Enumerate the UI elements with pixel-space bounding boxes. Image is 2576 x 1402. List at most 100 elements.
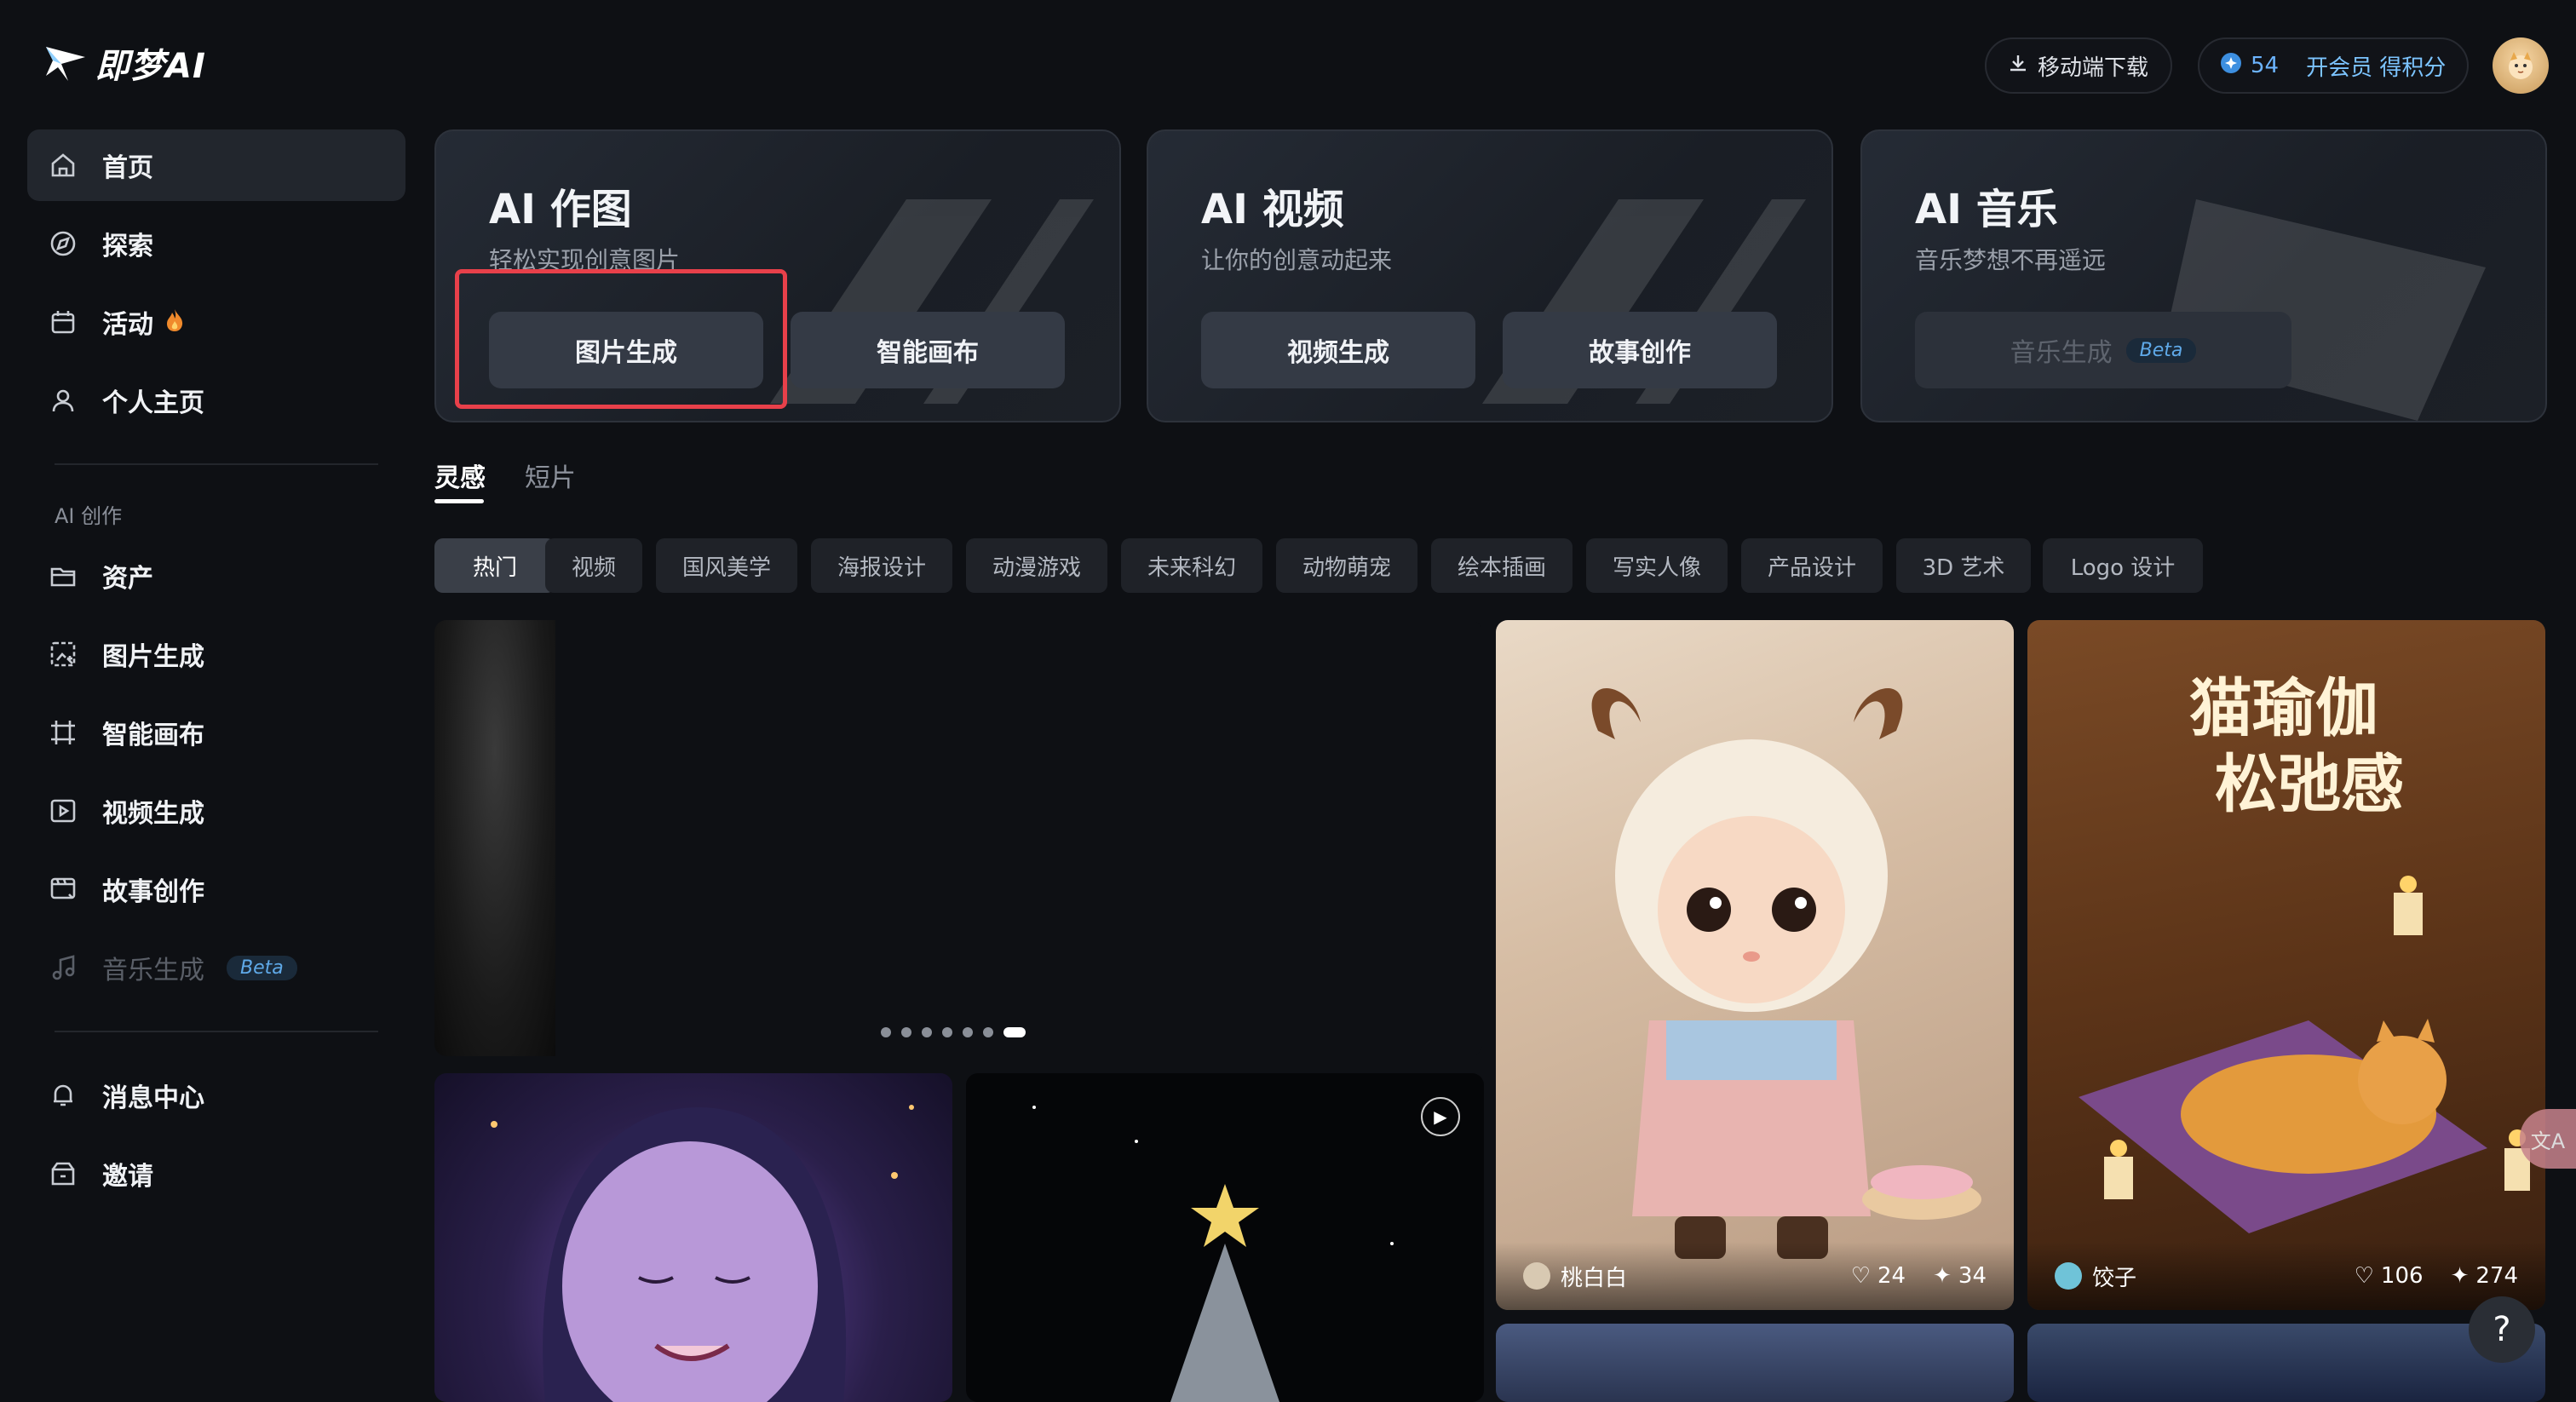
sidebar-item-home[interactable]: 首页 — [27, 129, 405, 201]
story-icon — [46, 872, 80, 906]
sidebar-item-image-gen[interactable]: 图片生成 — [27, 618, 405, 690]
chip-portrait[interactable]: 写实人像 — [1586, 538, 1728, 593]
author-name: 桃白白 — [1561, 1265, 1628, 1291]
card-title: AI 视频 — [1201, 186, 1344, 233]
sidebar-item-invite[interactable]: 邀请 — [27, 1138, 405, 1210]
card-subtitle: 让你的创意动起来 — [1201, 246, 1393, 274]
chip-hot[interactable]: 热门 — [434, 538, 555, 593]
sidebar-item-label: 探索 — [102, 232, 153, 261]
sidebar-item-label: 视频生成 — [102, 799, 204, 829]
carousel-dot[interactable] — [881, 1027, 891, 1037]
carousel-dot[interactable] — [901, 1027, 911, 1037]
banner-carousel[interactable] — [434, 620, 1482, 1056]
section-title: AI 创作 — [55, 504, 123, 528]
sparkle-icon: ✦ — [2450, 1263, 2470, 1289]
sidebar-item-label: 活动 — [102, 310, 153, 340]
carousel-dot[interactable] — [942, 1027, 952, 1037]
compass-icon — [46, 227, 80, 261]
bell-icon — [46, 1078, 80, 1112]
sidebar-item-label: 首页 — [102, 153, 153, 183]
overlay-text-line-1: 猫瑜伽 — [2189, 672, 2378, 745]
author[interactable]: 饺子 — [2055, 1261, 2327, 1292]
sidebar-item-label: 个人主页 — [102, 388, 204, 418]
chip-product[interactable]: 产品设计 — [1741, 538, 1883, 593]
feed-card-girl[interactable] — [434, 1073, 952, 1402]
tab-inspiration[interactable]: 灵感 — [434, 457, 486, 494]
chip-pets[interactable]: 动物萌宠 — [1276, 538, 1417, 593]
chip-sci-fi[interactable]: 未来科幻 — [1121, 538, 1262, 593]
download-icon — [2007, 52, 2029, 80]
points-icon — [2220, 52, 2242, 80]
sidebar-item-label: 音乐生成 — [102, 956, 204, 985]
avatar[interactable] — [2493, 37, 2549, 94]
video-gen-button[interactable]: 视频生成 — [1201, 312, 1475, 388]
sidebar-item-events[interactable]: 活动 — [27, 286, 405, 358]
doll-image — [1591, 688, 1981, 1259]
sidebar-item-profile[interactable]: 个人主页 — [27, 365, 405, 436]
card-title: AI 音乐 — [1915, 186, 2058, 233]
sidebar-item-messages[interactable]: 消息中心 — [27, 1060, 405, 1131]
chip-chinese-style[interactable]: 国风美学 — [656, 538, 797, 593]
sidebar-item-story[interactable]: 故事创作 — [27, 853, 405, 925]
mobile-download-label: 移动端下载 — [2038, 55, 2149, 81]
like-button[interactable]: ♡ 24 — [1851, 1263, 1906, 1289]
translate-float-button[interactable]: 文A — [2520, 1109, 2576, 1169]
vip-link[interactable]: 开会员 得积分 — [2306, 50, 2446, 82]
sidebar: 即梦AI 首页 探索 活动 个人主页 AI 创作 资产 图片生成 智能画布 视频… — [0, 0, 417, 1402]
music-gen-label: 音乐生成 — [2010, 338, 2113, 368]
chip-poster[interactable]: 海报设计 — [811, 538, 952, 593]
help-button[interactable]: ? — [2469, 1296, 2535, 1363]
heart-icon: ♡ — [2354, 1263, 2374, 1289]
feed-card-snow[interactable] — [2027, 1324, 2545, 1402]
remix-button[interactable]: ✦ 34 — [1933, 1263, 1987, 1289]
sidebar-divider — [55, 463, 378, 465]
card-ai-video: AI 视频 让你的创意动起来 视频生成 故事创作 — [1147, 129, 1833, 422]
sidebar-item-canvas[interactable]: 智能画布 — [27, 697, 405, 768]
sidebar-item-label: 消息中心 — [102, 1083, 204, 1113]
feed-card-doll[interactable]: 桃白白 ♡ 24 ✦ 34 — [1496, 620, 2014, 1310]
card-subtitle: 音乐梦想不再遥远 — [1915, 246, 2107, 274]
points-count: 54 — [2251, 53, 2280, 78]
story-creation-button[interactable]: 故事创作 — [1503, 312, 1777, 388]
image-gen-icon — [46, 637, 80, 671]
author-name: 饺子 — [2092, 1265, 2137, 1291]
canvas-icon — [46, 715, 80, 750]
feed-card-meta: 桃白白 ♡ 24 ✦ 34 — [1496, 1242, 2014, 1310]
like-button[interactable]: ♡ 106 — [2355, 1263, 2424, 1289]
remix-button[interactable]: ✦ 274 — [2451, 1263, 2518, 1289]
carousel-dot[interactable] — [922, 1027, 932, 1037]
feed-card-night[interactable] — [1496, 1324, 2014, 1402]
remix-count: 274 — [2475, 1263, 2518, 1289]
smart-canvas-button[interactable]: 智能画布 — [791, 312, 1065, 388]
author[interactable]: 桃白白 — [1523, 1261, 1824, 1292]
feed-card-christmas-tree[interactable]: ▶ — [966, 1073, 1484, 1402]
chip-picturebook[interactable]: 绘本插画 — [1431, 538, 1573, 593]
mobile-download-button[interactable]: 移动端下载 — [1985, 37, 2172, 94]
music-gen-button[interactable]: 音乐生成 Beta — [1915, 312, 2291, 388]
sparkle-icon: ✦ — [1933, 1263, 1952, 1289]
carousel-dot-active[interactable] — [1003, 1027, 1026, 1037]
sidebar-item-label: 图片生成 — [102, 642, 204, 672]
sidebar-item-label: 邀请 — [102, 1162, 153, 1192]
carousel-dots — [881, 1027, 1026, 1037]
card-ai-music: AI 音乐 音乐梦想不再遥远 音乐生成 Beta — [1860, 129, 2547, 422]
points-button[interactable]: 54 开会员 得积分 — [2198, 37, 2469, 94]
play-icon[interactable]: ▶ — [1421, 1097, 1460, 1136]
logo-text: 即梦AI — [95, 47, 206, 86]
event-icon — [46, 305, 80, 339]
sidebar-item-explore[interactable]: 探索 — [27, 208, 405, 279]
feed-card-cat-yoga[interactable]: 猫瑜伽 松弛感 饺子 ♡ 106 ✦ 274 — [2027, 620, 2545, 1310]
sidebar-item-video-gen[interactable]: 视频生成 — [27, 775, 405, 847]
image-gen-button[interactable]: 图片生成 — [489, 312, 763, 388]
chip-logo[interactable]: Logo 设计 — [2043, 538, 2203, 593]
chip-video[interactable]: 视频 — [545, 538, 642, 593]
sidebar-item-assets[interactable]: 资产 — [27, 540, 405, 612]
chip-3d-art[interactable]: 3D 艺术 — [1896, 538, 2031, 593]
folder-icon — [46, 559, 80, 593]
app-logo[interactable]: 即梦AI — [43, 37, 206, 89]
chip-anime-game[interactable]: 动漫游戏 — [966, 538, 1107, 593]
sidebar-item-music-gen[interactable]: 音乐生成 Beta — [27, 932, 405, 1003]
tab-short-film[interactable]: 短片 — [525, 457, 576, 494]
carousel-dot[interactable] — [983, 1027, 993, 1037]
carousel-dot[interactable] — [963, 1027, 973, 1037]
